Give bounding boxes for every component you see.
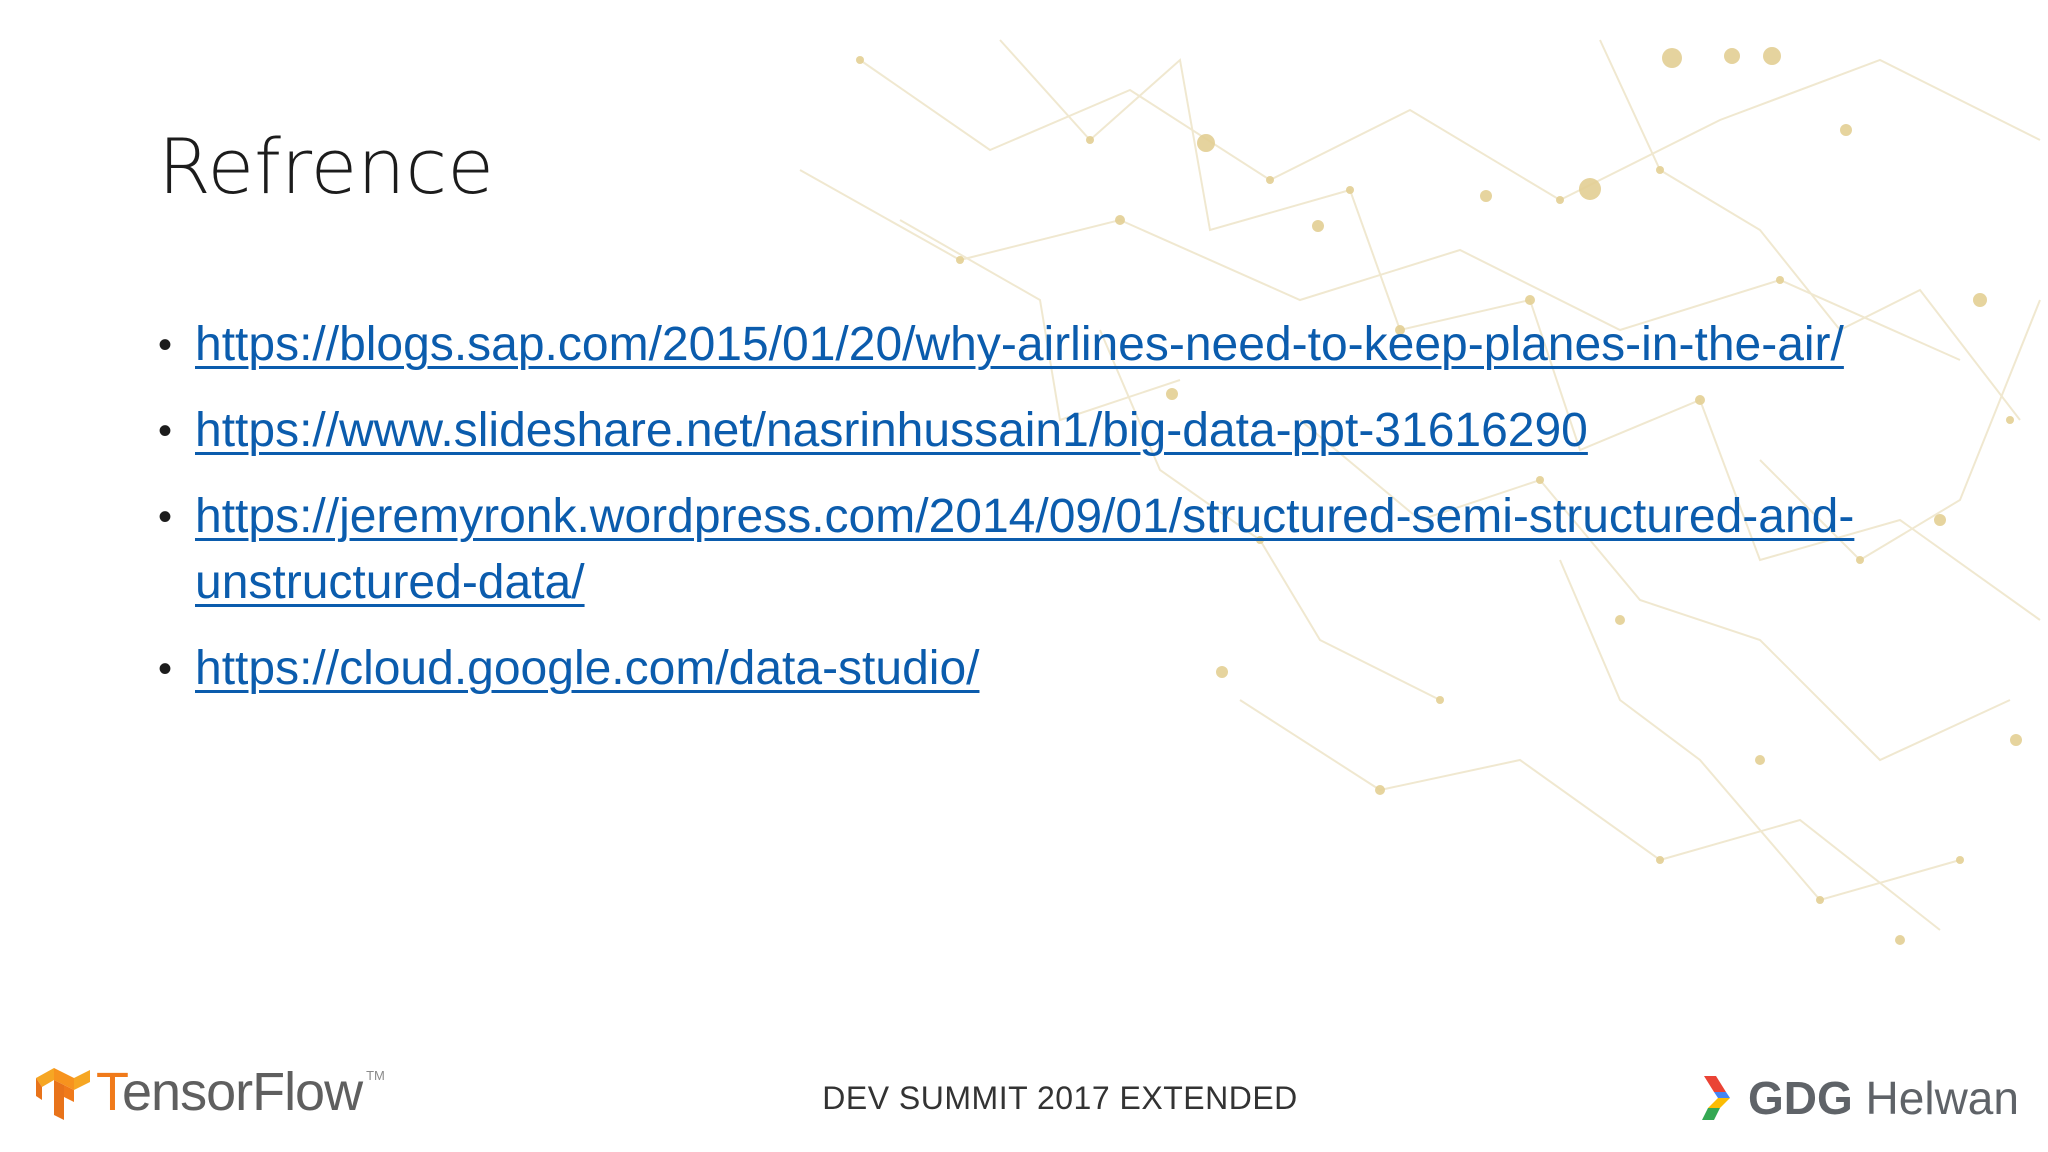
reference-item: • https://www.slideshare.net/nasrinhussa… [150,398,1870,464]
gdg-logo: GDG Helwan [1702,1072,2019,1124]
slide-title: Refrence [158,122,494,211]
reference-item: • https://blogs.sap.com/2015/01/20/why-a… [150,312,1870,378]
reference-link-data-studio[interactable]: https://cloud.google.com/data-studio/ [195,642,979,695]
slide: Refrence • https://blogs.sap.com/2015/01… [0,0,2048,1152]
gdg-wordmark: GDG Helwan [1748,1072,2019,1124]
reference-list: • https://blogs.sap.com/2015/01/20/why-a… [150,312,1870,722]
reference-link-wordpress[interactable]: https://jeremyronk.wordpress.com/2014/09… [195,490,1854,609]
bullet-icon: • [158,495,173,539]
reference-item: • https://jeremyronk.wordpress.com/2014/… [150,484,1870,616]
reference-link-sap-blog[interactable]: https://blogs.sap.com/2015/01/20/why-air… [195,318,1844,371]
bullet-icon: • [158,323,173,367]
reference-link-slideshare[interactable]: https://www.slideshare.net/nasrinhussain… [195,404,1588,457]
bullet-icon: • [158,647,173,691]
bullet-icon: • [158,409,173,453]
gdg-chevron-icon [1702,1076,1730,1120]
reference-item: • https://cloud.google.com/data-studio/ [150,636,1870,702]
